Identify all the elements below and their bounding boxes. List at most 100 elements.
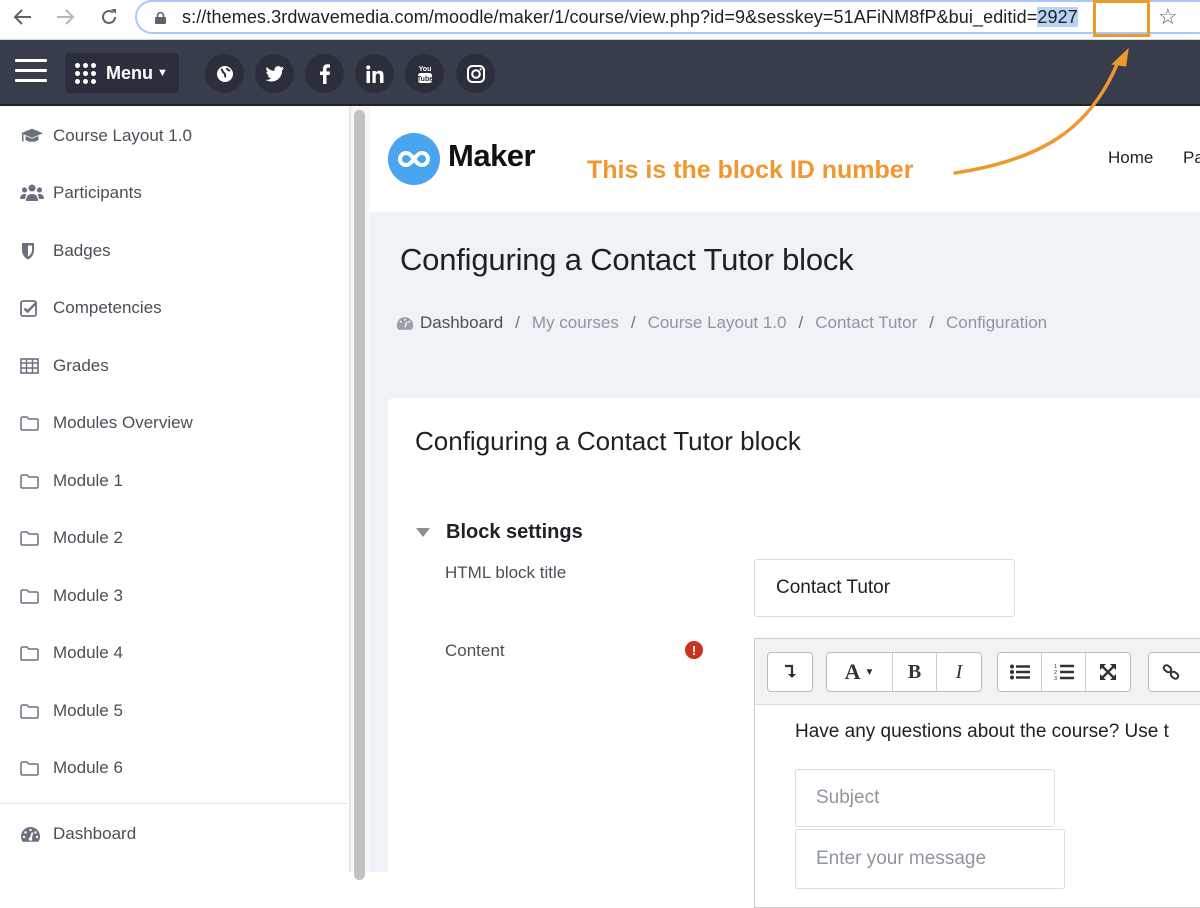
address-bar[interactable]: s://themes.3rdwavemedia.com/moodle/maker… [135,0,1200,34]
breadcrumb-item-configuration: Configuration [946,313,1048,332]
sidebar-item-module-2[interactable]: Module 2 [20,523,123,553]
toolbar-group-3: 123 [997,652,1131,692]
sidebar-item-module-5[interactable]: Module 5 [20,696,123,726]
svg-text:3: 3 [1054,676,1057,681]
section-title: Block settings [446,521,583,543]
page-title: Configuring a Contact Tutor block [400,242,854,277]
sidebar-item-label: Badges [53,241,111,260]
breadcrumb-item-contact-tutor[interactable]: Contact Tutor [815,313,917,333]
link-icon[interactable] [1149,653,1193,691]
bookmark-star-icon[interactable]: ☆ [1158,4,1178,30]
breadcrumb-separator: / [515,313,520,332]
italic-icon[interactable]: I [937,653,981,691]
twitter-icon[interactable] [255,54,294,93]
graduation-cap-icon [20,126,44,146]
sidebar-item-module-4[interactable]: Module 4 [20,638,123,668]
bold-icon[interactable]: B [893,653,937,691]
sidebar-item-module-6[interactable]: Module 6 [20,753,123,783]
toolbar-group-4 [1148,652,1200,692]
sidebar-item-course-layout[interactable]: Course Layout 1.0 [20,121,192,151]
arrow-right-icon [57,9,75,25]
sidebar-item-badges[interactable]: Badges [20,236,111,266]
hamburger-menu-icon[interactable] [15,59,47,85]
users-icon [20,183,44,203]
numbered-list-icon[interactable]: 123 [1042,653,1086,691]
sidebar-item-label: Dashboard [53,824,137,843]
youtube-icon[interactable]: You Tube [405,54,444,93]
maker-logo-icon[interactable] [388,133,440,185]
nav-link-truncated[interactable]: Pa [1183,148,1200,168]
sidebar-item-label: Grades [53,356,109,375]
checkbox-icon [20,298,44,318]
sidebar-item-label: Course Layout 1.0 [53,126,192,145]
sidebar-item-modules-overview[interactable]: Modules Overview [20,408,193,438]
block-title-label: HTML block title [445,563,567,582]
sidebar-divider [0,803,348,804]
sidebar-item-label: Module 4 [53,643,123,662]
course-sidebar: Course Layout 1.0 Participants Badges Co… [0,106,350,872]
reload-button[interactable] [94,4,124,30]
sidebar-item-label: Module 1 [53,471,123,490]
toolbar-group-2: A ▼ B I [826,652,982,692]
nav-link-home[interactable]: Home [1108,148,1153,168]
top-navbar: Menu ▼ You Tube [0,40,1200,106]
sidebar-item-label: Module 2 [53,528,123,547]
sidebar-item-participants[interactable]: Participants [20,178,142,208]
main-content: Maker This is the block ID number Home P… [370,106,1200,908]
sidebar-item-module-3[interactable]: Module 3 [20,581,123,611]
reload-icon [102,9,116,24]
block-title-input[interactable] [754,559,1015,617]
sidebar-item-module-1[interactable]: Module 1 [20,466,123,496]
message-input[interactable]: Enter your message [795,829,1065,889]
breadcrumb-item-course[interactable]: Course Layout 1.0 [648,313,787,333]
folder-icon [20,471,44,491]
menu-button[interactable]: Menu ▼ [65,53,179,93]
dashboard-icon [396,316,414,330]
dashboard-icon [20,824,44,844]
browser-toolbar: s://themes.3rdwavemedia.com/moodle/maker… [0,0,1200,40]
grid-dots-icon [75,62,96,84]
menu-label: Menu [106,62,153,83]
breadcrumb-separator: / [630,313,636,332]
bullet-list-icon[interactable] [998,653,1042,691]
lock-icon [155,12,166,24]
url-text: s://themes.3rdwavemedia.com/moodle/maker… [182,7,1078,28]
sidebar-item-label: Modules Overview [53,413,193,432]
sidebar-item-label: Competencies [53,298,162,317]
sidebar-item-competencies[interactable]: Competencies [20,293,162,323]
font-style-icon[interactable]: A ▼ [827,653,893,691]
subject-input[interactable]: Subject [795,769,1055,827]
url-prefix: s://themes.3rdwavemedia.com/moodle/maker… [182,7,1038,27]
fullscreen-icon[interactable] [1086,653,1130,691]
sidebar-scrollbar-thumb[interactable] [354,110,365,880]
show-more-icon[interactable] [768,653,812,691]
sidebar-item-label: Module 6 [53,758,123,777]
sidebar-item-grades[interactable]: Grades [20,351,109,381]
breadcrumb-separator: / [798,313,804,332]
editor-intro-text: Have any questions about the course? Use… [795,721,1169,742]
instagram-icon[interactable] [456,54,495,93]
content-editor: A ▼ B I 123 Have any questions about the… [754,638,1200,908]
arrow-left-icon [13,9,31,25]
config-form-card: Configuring a Contact Tutor block Block … [388,398,1200,908]
back-button[interactable] [8,4,38,30]
breadcrumb-item-dashboard[interactable]: Dashboard [396,313,503,333]
sidebar-item-dashboard[interactable]: Dashboard [20,819,136,849]
required-icon: ! [685,641,703,659]
folder-icon [20,643,44,663]
breadcrumb-separator: / [929,313,935,332]
url-block-id: 2927 [1037,7,1078,27]
folder-icon [20,586,44,606]
brand-name[interactable]: Maker [448,138,536,174]
linkedin-icon[interactable] [355,54,394,93]
facebook-icon[interactable] [305,54,344,93]
editor-toolbar: A ▼ B I 123 [755,639,1200,705]
toolbar-group-1 [767,652,813,692]
svg-text:You: You [418,66,431,73]
breadcrumb-item-my-courses[interactable]: My courses [532,313,619,333]
block-id-highlight-box [1093,0,1150,37]
caret-down-icon: ▼ [157,67,168,79]
block-settings-toggle[interactable]: Block settings [416,521,583,544]
globe-icon[interactable] [205,54,244,93]
forward-button[interactable] [50,4,80,30]
